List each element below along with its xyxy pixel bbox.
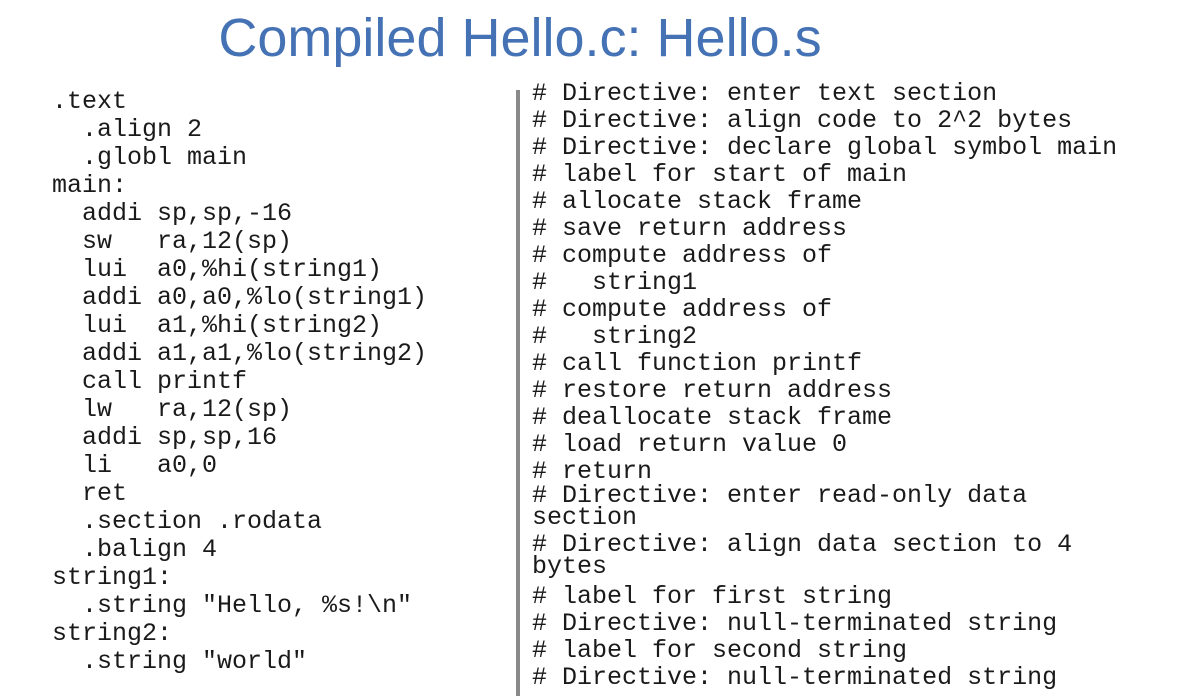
comment-line: # restore return address xyxy=(532,376,893,405)
comment-line: # label for second string xyxy=(532,636,908,665)
code-line: addi sp,sp,16 xyxy=(52,423,278,452)
code-line: .string "world" xyxy=(52,647,308,676)
code-line: ret xyxy=(52,479,128,508)
code-line: lw ra,12(sp) xyxy=(52,395,293,424)
code-line: lui a0,%hi(string1) xyxy=(52,255,383,284)
code-line: string1: xyxy=(52,563,173,592)
comment-line: # call function printf xyxy=(532,349,863,378)
comment-line: # string2 xyxy=(532,322,698,351)
comment-line: # load return value 0 xyxy=(532,430,848,459)
code-line: addi a1,a1,%lo(string2) xyxy=(52,339,428,368)
code-line: call printf xyxy=(52,367,248,396)
comment-line: # Directive: null-terminated string xyxy=(532,609,1058,638)
comment-line: # compute address of xyxy=(532,241,833,270)
code-line: .section .rodata xyxy=(52,507,323,536)
code-line: sw ra,12(sp) xyxy=(52,227,293,256)
comment-line: # Directive: null-terminated string xyxy=(532,663,1058,692)
code-line: .align 2 xyxy=(52,115,203,144)
comment-line: # deallocate stack frame xyxy=(532,403,893,432)
code-line: .balign 4 xyxy=(52,535,218,564)
comment-line: # allocate stack frame xyxy=(532,187,863,216)
comment-line: # label for first string xyxy=(532,582,893,611)
comment-line: # label for start of main xyxy=(532,160,908,189)
code-line: addi a0,a0,%lo(string1) xyxy=(52,283,428,312)
comment-line: # Directive: align code to 2^2 bytes xyxy=(532,106,1073,135)
code-line: addi sp,sp,-16 xyxy=(52,199,293,228)
comment-line: # string1 xyxy=(532,268,698,297)
code-line: .globl main xyxy=(52,143,248,172)
code-line: .string "Hello, %s!\n" xyxy=(52,591,413,620)
comment-line: # compute address of xyxy=(532,295,833,324)
comment-column: # Directive: enter text section # Direct… xyxy=(532,80,1182,691)
slide-title: Compiled Hello.c: Hello.s xyxy=(218,8,822,68)
code-line: li a0,0 xyxy=(52,451,218,480)
comment-line: # Directive: enter text section xyxy=(532,79,998,108)
comment-line: # Directive: enter read-only data sectio… xyxy=(532,481,1028,532)
column-divider xyxy=(516,90,520,696)
comment-line: # Directive: declare global symbol main xyxy=(532,133,1118,162)
code-line: string2: xyxy=(52,619,173,648)
code-line: lui a1,%hi(string2) xyxy=(52,311,383,340)
assembly-code-block: .text .align 2 .globl main main: addi sp… xyxy=(52,88,507,676)
comment-line: # Directive: align data section to 4 byt… xyxy=(532,530,1073,581)
code-line: main: xyxy=(52,171,128,200)
comment-line: # save return address xyxy=(532,214,848,243)
code-line: .text xyxy=(52,87,128,116)
